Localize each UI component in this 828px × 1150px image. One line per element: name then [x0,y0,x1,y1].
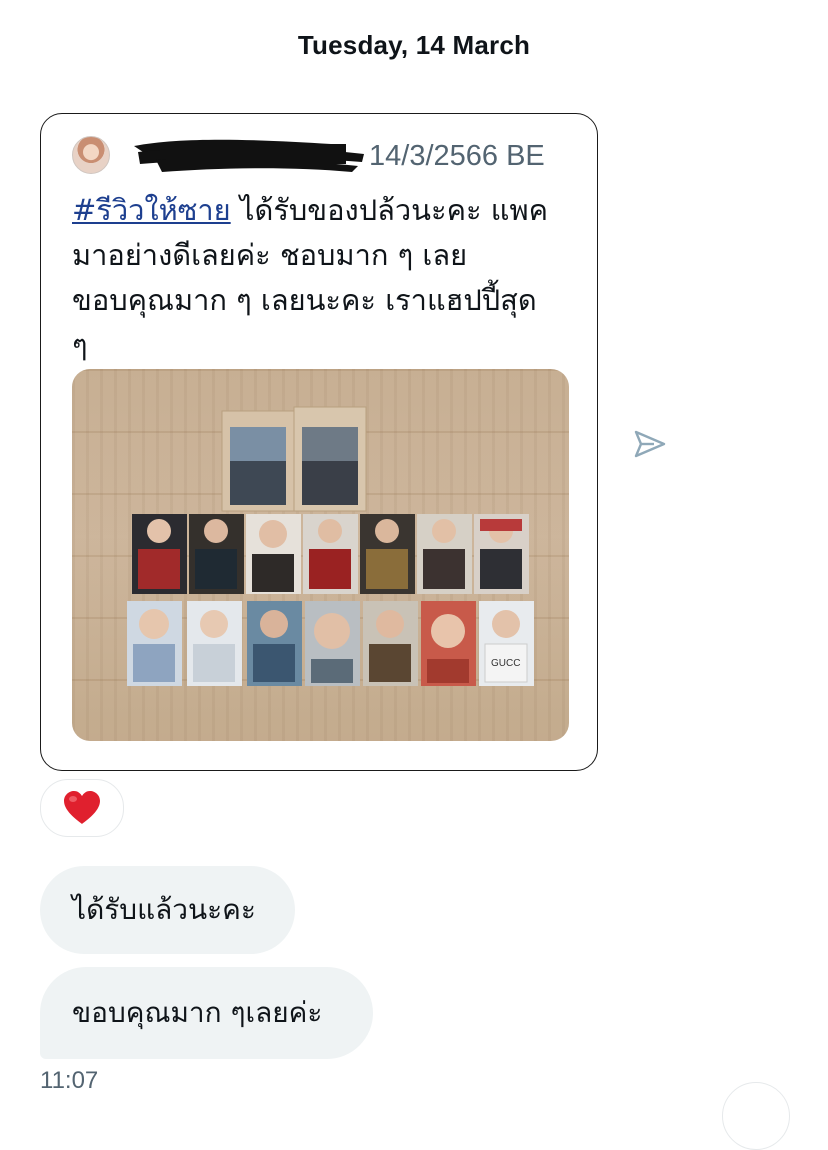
date-header: Tuesday, 14 March [297,30,531,60]
message-text: ได้รับแล้วนะคะ [72,893,256,926]
shared-tweet-card[interactable]: 14/3/2566 BE #รีวิวให้ซาย ได้รับของปล้วน… [40,113,598,771]
tweet-text: #รีวิวให้ซาย ได้รับของปล้วนะคะ แพค มาอย่… [72,188,572,368]
photocard-row-2: GUCC [127,601,534,686]
tweet-photo[interactable]: GUCC [72,369,569,741]
message-bubble[interactable]: ขอบคุณมาก ๆเลยค่ะ [40,967,373,1059]
tweet-text-line: #รีวิวให้ซาย ได้รับของปล้วนะคะ แพค [72,188,572,233]
share-arrow-icon[interactable] [632,426,668,462]
heart-icon [64,791,100,824]
tweet-author-avatar[interactable] [72,136,110,174]
heart-reaction[interactable] [40,779,124,837]
redacted-author-name [134,139,364,172]
hashtag-link[interactable]: #รีวิวให้ซาย [72,193,231,227]
tweet-text-segment: ได้รับของปล้วนะคะ แพค [230,193,548,227]
message-text: ขอบคุณมาก ๆเลยค่ะ [72,996,323,1029]
tweet-date: 14/3/2566 BE [369,140,545,172]
message-bubble[interactable]: ได้รับแล้วนะคะ [40,866,295,954]
tweet-text-line: ขอบคุณมาก ๆ เลยนะคะ เราแฮปปี้สุด [72,283,537,317]
tweet-text-line: ๆ [72,328,88,362]
photocard-row-1 [132,514,529,594]
scroll-down-button[interactable] [722,1082,790,1150]
tweet-text-line: มาอย่างดีเลยค่ะ ชอบมาก ๆ เลย [72,238,468,272]
photocards-image: GUCC [127,406,534,686]
photocard-shirt-text: GUCC [491,658,520,669]
message-timestamp: 11:07 [40,1067,99,1094]
